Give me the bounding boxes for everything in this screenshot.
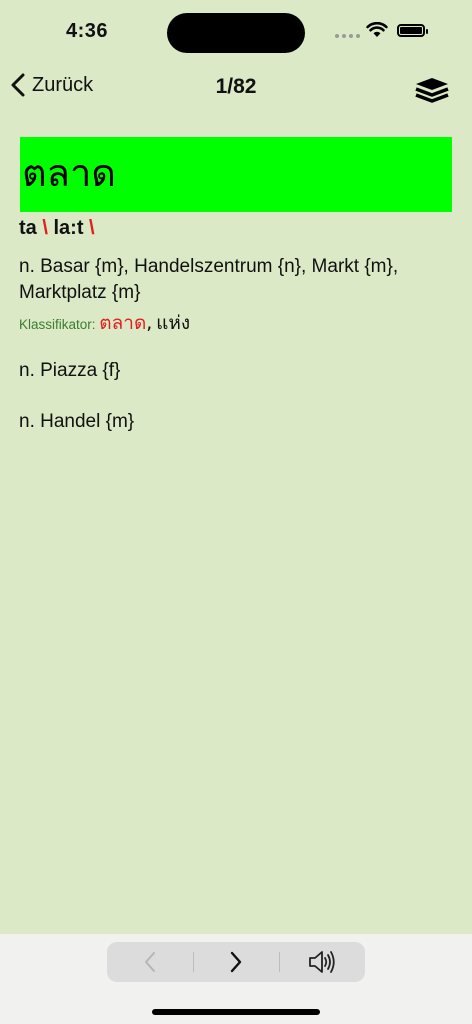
status-time: 4:36 — [66, 20, 109, 42]
dynamic-island — [167, 13, 305, 53]
status-bar: 4:36 — [0, 0, 472, 62]
pronunciation-syllable: ta — [19, 217, 37, 239]
cellular-signal-icon — [335, 34, 360, 38]
pronunciation: ta \ la:t \ — [19, 217, 95, 240]
battery-icon — [397, 24, 428, 37]
next-button[interactable] — [196, 942, 276, 982]
chevron-left-icon — [145, 952, 155, 972]
syllable-separator: \ — [42, 217, 48, 239]
classifier-word[interactable]: ตลาด — [99, 312, 146, 334]
classifier-word[interactable]: แห่ง — [156, 312, 190, 334]
toolbar-divider — [279, 952, 280, 972]
navigation-bar: Zurück 1/82 — [0, 62, 472, 112]
wifi-icon — [366, 22, 388, 37]
chevron-right-icon — [230, 951, 242, 973]
headword: ตลาด — [22, 151, 116, 195]
headword-banner: ตลาด — [20, 137, 452, 212]
home-indicator[interactable] — [152, 1009, 320, 1015]
syllable-separator: \ — [89, 217, 95, 239]
definition: n. Piazza {f} — [19, 360, 121, 381]
classifier-label: Klassifikator: — [19, 317, 96, 332]
pronunciation-syllable: la:t — [53, 217, 84, 239]
playback-toolbar — [107, 942, 365, 982]
definition: n. Handel {m} — [19, 411, 135, 432]
speak-button[interactable] — [282, 942, 362, 982]
toolbar-divider — [193, 952, 194, 972]
classifier: Klassifikator: ตลาด, แห่ง — [19, 312, 191, 334]
previous-button[interactable] — [110, 942, 190, 982]
layers-icon[interactable] — [412, 68, 452, 108]
definition: n. Basar {m}, Handelszentrum {n}, Markt … — [19, 256, 399, 303]
definition-block: n. Basar {m}, Handelszentrum {n}, Markt … — [19, 254, 439, 338]
entry-counter: 1/82 — [215, 75, 257, 98]
speaker-icon — [309, 951, 335, 973]
